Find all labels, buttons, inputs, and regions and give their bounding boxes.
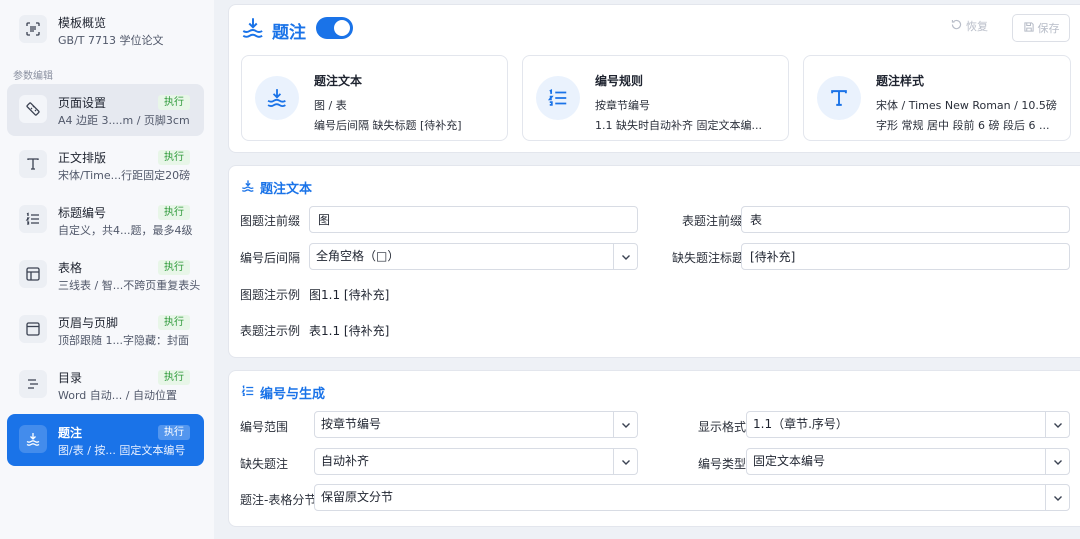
summary-line: 编号后间隔 缺失标题 [待补充]: [314, 119, 462, 132]
missing-caption-select[interactable]: 自动补齐: [314, 448, 638, 475]
sidebar-item-subtitle: GB/T 7713 学位论文: [58, 34, 164, 47]
sidebar-item-body-text[interactable]: 正文排版 宋体/Time...行距固定20磅 执行: [7, 139, 204, 191]
section-break-select-value: 保留原文分节: [321, 490, 394, 504]
summary-line: 字形 常规 居中 段前 6 磅 段后 6 ...: [876, 119, 1050, 132]
toc-icon: [19, 370, 47, 398]
missing-caption-label: 缺失题注: [240, 457, 289, 471]
scope-label: 编号范围: [240, 420, 289, 434]
sidebar-item-header-footer[interactable]: 页眉与页脚 顶部跟随 1...字隐藏：封面 执行: [7, 304, 204, 356]
summary-tile-caption-style[interactable]: 题注样式 宋体 / Times New Roman / 10.5磅 字形 常规 …: [803, 55, 1071, 141]
section-title-text: 题注文本: [260, 182, 313, 197]
sidebar-item-subtitle: 图/表 / 按... 固定文本编号: [58, 444, 186, 457]
caption-icon: [241, 16, 265, 43]
scan-document-icon: [19, 15, 47, 43]
table-prefix-input[interactable]: [741, 206, 1070, 233]
caption-icon: [255, 76, 299, 120]
status-badge: 执行: [158, 425, 190, 440]
gap-label: 编号后间隔: [240, 251, 301, 265]
sidebar-item-overview[interactable]: 模板概览 GB/T 7713 学位论文: [7, 4, 204, 56]
summary-title: 题注样式: [876, 74, 925, 88]
status-badge: 执行: [158, 205, 190, 220]
caption-enable-toggle[interactable]: [316, 17, 353, 39]
chevron-down-icon: [1045, 449, 1069, 474]
section-title: 题注文本: [241, 178, 312, 197]
chevron-down-icon: [613, 244, 637, 269]
gap-select-value: 全角空格（□）: [316, 249, 400, 263]
status-badge: 执行: [158, 95, 190, 110]
ruler-icon: [19, 95, 47, 123]
save-label: 保存: [1037, 22, 1060, 35]
sidebar-item-subtitle: 三线表 / 智...不跨页重复表头: [58, 279, 201, 292]
figure-prefix-input[interactable]: [309, 206, 638, 233]
sidebar-item-subtitle: Word 自动... / 自动位置: [58, 389, 177, 402]
scope-select-value: 按章节编号: [321, 417, 382, 431]
save-icon: [1023, 21, 1035, 36]
format-select[interactable]: 1.1（章节.序号）: [746, 411, 1070, 438]
section-break-select[interactable]: 保留原文分节: [314, 484, 1070, 511]
status-badge: 执行: [158, 315, 190, 330]
text-type-icon: [817, 76, 861, 120]
section-title: 编号与生成: [241, 383, 325, 402]
chevron-down-icon: [1045, 412, 1069, 437]
figure-example-label: 图题注示例: [240, 288, 301, 302]
figure-prefix-label: 图题注前缀: [240, 214, 301, 228]
caption-icon: [241, 179, 255, 197]
format-label: 显示格式: [698, 420, 747, 434]
restore-icon: [950, 18, 963, 34]
summary-tile-numbering[interactable]: 编号规则 按章节编号 1.1 缺失时自动补齐 固定文本编...: [522, 55, 789, 141]
sidebar-item-subtitle: A4 边距 3....m / 页脚3cm: [58, 114, 190, 127]
table-example-label: 表题注示例: [240, 324, 301, 338]
sidebar-item-subtitle: 宋体/Time...行距固定20磅: [58, 169, 191, 182]
sidebar-item-heading-numbering[interactable]: 标题编号 自定义，共4...题，最多4级 执行: [7, 194, 204, 246]
summary-line: 宋体 / Times New Roman / 10.5磅: [876, 99, 1057, 112]
gap-select[interactable]: 全角空格（□）: [309, 243, 638, 270]
sidebar-item-page-setup[interactable]: 页面设置 A4 边距 3....m / 页脚3cm 执行: [7, 84, 204, 136]
numbering-type-select[interactable]: 固定文本编号: [746, 448, 1070, 475]
page-title: 题注: [272, 23, 306, 43]
header-footer-icon: [19, 315, 47, 343]
sidebar-item-subtitle: 顶部跟随 1...字隐藏：封面: [58, 334, 189, 347]
sidebar-item-toc[interactable]: 目录 Word 自动... / 自动位置 执行: [7, 359, 204, 411]
numbering-type-select-value: 固定文本编号: [753, 454, 826, 468]
section-title-text: 编号与生成: [260, 387, 326, 402]
summary-line: 按章节编号: [595, 99, 650, 112]
chevron-down-icon: [613, 449, 637, 474]
numbered-list-icon: [19, 205, 47, 233]
numbering-type-label: 编号类型: [698, 457, 747, 471]
sidebar-item-table[interactable]: 表格 三线表 / 智...不跨页重复表头 执行: [7, 249, 204, 301]
missing-title-input[interactable]: [741, 243, 1070, 270]
summary-tile-caption-text[interactable]: 题注文本 图 / 表 编号后间隔 缺失标题 [待补充]: [241, 55, 508, 141]
missing-title-label: 缺失题注标题: [672, 251, 745, 265]
restore-label: 恢复: [966, 20, 988, 33]
restore-button[interactable]: 恢复: [950, 18, 988, 34]
status-badge: 执行: [158, 150, 190, 165]
section-label: 参数编辑: [13, 71, 53, 82]
caption-icon: [19, 425, 47, 453]
table-prefix-label: 表题注前缀: [682, 214, 743, 228]
table-icon: [19, 260, 47, 288]
scope-select[interactable]: 按章节编号: [314, 411, 638, 438]
summary-line: 1.1 缺失时自动补齐 固定文本编...: [595, 119, 762, 132]
table-example-value: 表1.1 [待补充]: [309, 324, 390, 338]
sidebar-item-subtitle: 自定义，共4...题，最多4级: [58, 224, 193, 237]
summary-line: 图 / 表: [314, 99, 347, 112]
status-badge: 执行: [158, 260, 190, 275]
summary-title: 题注文本: [314, 74, 363, 88]
sidebar-item-caption[interactable]: 题注 图/表 / 按... 固定文本编号 执行: [7, 414, 204, 466]
status-badge: 执行: [158, 370, 190, 385]
missing-caption-select-value: 自动补齐: [321, 454, 370, 468]
sidebar-item-title: 模板概览: [58, 16, 107, 30]
figure-example-value: 图1.1 [待补充]: [309, 288, 390, 302]
section-break-label: 题注-表格分节: [240, 493, 317, 507]
chevron-down-icon: [1045, 485, 1069, 510]
sidebar: 模板概览 GB/T 7713 学位论文 参数编辑 页面设置 A4 边距 3...…: [0, 0, 214, 539]
summary-title: 编号规则: [595, 74, 644, 88]
numbered-list-icon: [536, 76, 580, 120]
chevron-down-icon: [613, 412, 637, 437]
format-select-value: 1.1（章节.序号）: [753, 417, 848, 431]
save-button[interactable]: 保存: [1012, 14, 1070, 42]
text-type-icon: [19, 150, 47, 178]
numbered-list-icon: [241, 384, 255, 402]
